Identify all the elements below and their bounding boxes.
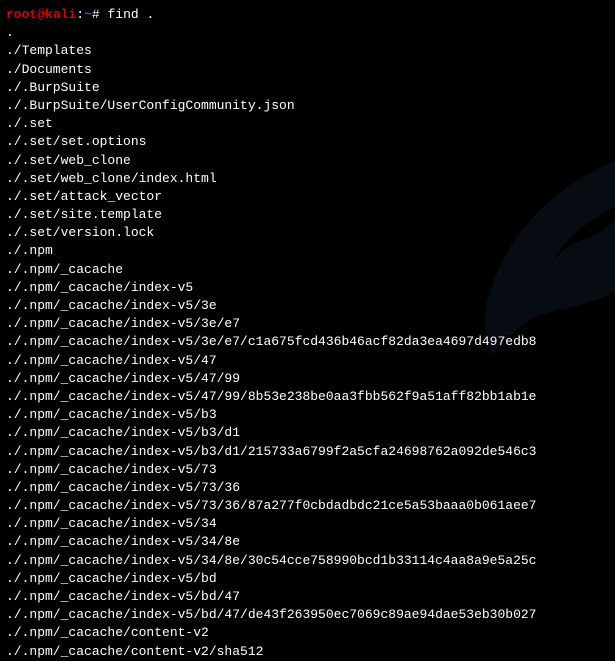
output-line: ./Documents <box>6 61 609 79</box>
output-line: ./.npm/_cacache/index-v5/47/99/8b53e238b… <box>6 388 609 406</box>
prompt-at: @ <box>37 7 45 22</box>
output-line: ./.npm/_cacache/content-v2/sha512 <box>6 643 609 661</box>
output-line: ./.npm/_cacache/index-v5/b3/d1/215733a67… <box>6 443 609 461</box>
prompt-colon: : <box>76 7 84 22</box>
output-line: ./.npm/_cacache/index-v5 <box>6 279 609 297</box>
output-line: ./.npm/_cacache/content-v2 <box>6 624 609 642</box>
command-text: find . <box>108 7 155 22</box>
output-line: ./.set/attack_vector <box>6 188 609 206</box>
output-line: . <box>6 24 609 42</box>
output-line: ./.npm/_cacache/index-v5/73/36 <box>6 479 609 497</box>
output-line: ./.npm/_cacache/index-v5/bd/47/de43f2639… <box>6 606 609 624</box>
prompt-host: kali <box>45 7 76 22</box>
output-line: ./.npm/_cacache/index-v5/73/36/87a277f0c… <box>6 497 609 515</box>
output-line: ./.npm/_cacache/index-v5/b3/d1 <box>6 424 609 442</box>
prompt-path: ~ <box>84 7 92 22</box>
output-line: ./.npm/_cacache/index-v5/34/8e <box>6 533 609 551</box>
output-line: ./.set/version.lock <box>6 224 609 242</box>
output-line: ./.npm/_cacache/index-v5/73 <box>6 461 609 479</box>
output-line: ./.npm/_cacache/index-v5/bd/47 <box>6 588 609 606</box>
output-line: ./.BurpSuite/UserConfigCommunity.json <box>6 97 609 115</box>
output-line: ./.npm/_cacache/index-v5/34/8e/30c54cce7… <box>6 552 609 570</box>
prompt-hash: # <box>92 7 100 22</box>
prompt-user: root <box>6 7 37 22</box>
output-container: ../Templates./Documents./.BurpSuite./.Bu… <box>6 24 609 661</box>
output-line: ./.npm/_cacache/index-v5/34 <box>6 515 609 533</box>
output-line: ./.npm/_cacache/index-v5/3e/e7/c1a675fcd… <box>6 333 609 351</box>
output-line: ./.npm/_cacache/index-v5/47 <box>6 352 609 370</box>
output-line: ./.set/web_clone <box>6 152 609 170</box>
output-line: ./.npm/_cacache/index-v5/3e/e7 <box>6 315 609 333</box>
output-line: ./.npm/_cacache/index-v5/3e <box>6 297 609 315</box>
output-line: ./.npm/_cacache/index-v5/47/99 <box>6 370 609 388</box>
output-line: ./.set/set.options <box>6 133 609 151</box>
prompt-line: root@kali:~# find . <box>6 6 609 24</box>
output-line: ./.BurpSuite <box>6 79 609 97</box>
terminal-output[interactable]: root@kali:~# find . ../Templates./Docume… <box>6 6 609 661</box>
output-line: ./.set/site.template <box>6 206 609 224</box>
output-line: ./.npm <box>6 242 609 260</box>
output-line: ./Templates <box>6 42 609 60</box>
output-line: ./.set/web_clone/index.html <box>6 170 609 188</box>
output-line: ./.set <box>6 115 609 133</box>
output-line: ./.npm/_cacache/index-v5/bd <box>6 570 609 588</box>
output-line: ./.npm/_cacache/index-v5/b3 <box>6 406 609 424</box>
output-line: ./.npm/_cacache <box>6 261 609 279</box>
